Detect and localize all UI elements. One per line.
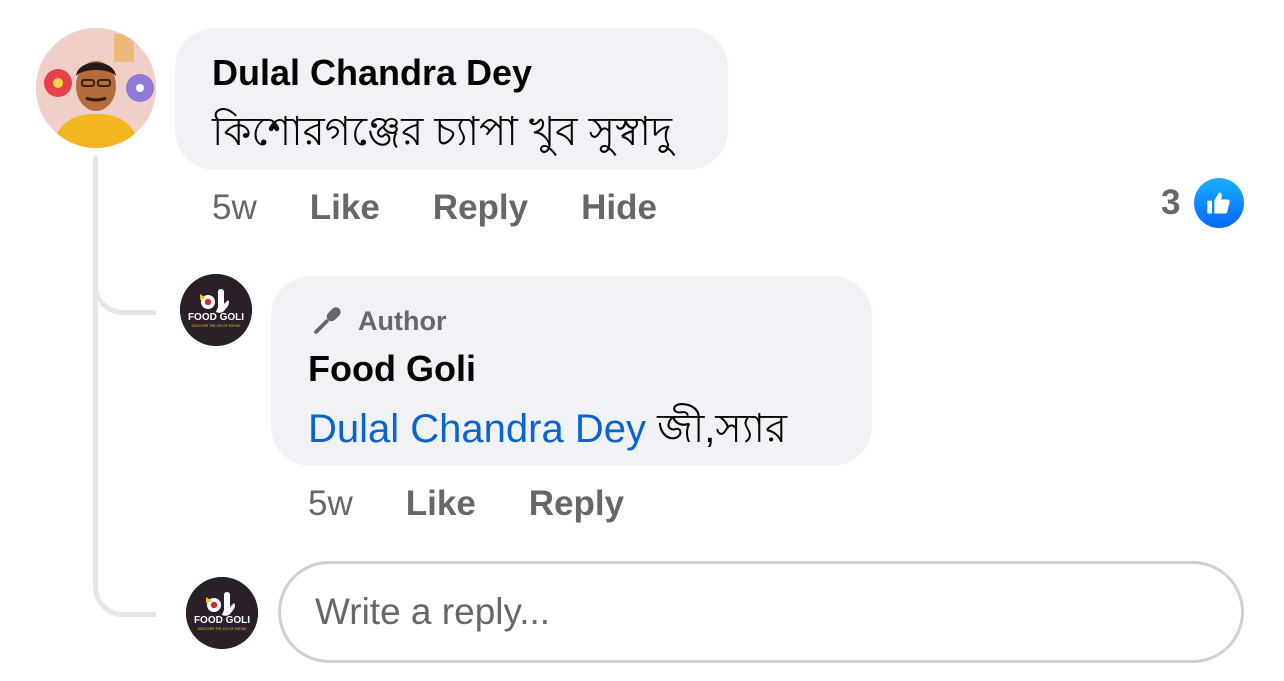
author-badge-label: Author [358,305,447,336]
logo-tagline: DISCOVER THE JOY OF EATING [198,627,247,631]
reply-text: Dulal Chandra Dey জী,স্যার [308,397,787,464]
mention-link[interactable]: Dulal Chandra Dey [308,407,646,451]
comment-text: কিশোরগঞ্জের চ্যাপা খুব সুস্বাদু [212,110,673,154]
reaction-summary[interactable]: 3 [1161,178,1245,228]
reply-composer[interactable] [278,561,1244,663]
avatar: FOOD GOLI DISCOVER THE JOY OF EATING [186,577,258,649]
like-button[interactable]: Like [310,188,380,228]
avatar[interactable] [36,28,156,148]
microphone-icon [314,307,341,334]
reply-bubble: Author Food Goli Dulal Chandra Dey জী,স্… [271,276,872,466]
comment-thread: Dulal Chandra Dey কিশোরগঞ্জের চ্যাপা খুব… [0,0,1284,681]
reply-author[interactable]: Food Goli [308,348,476,390]
logo-text: FOOD GOLI [194,615,250,626]
reply-actions: 5w Like Reply [308,484,677,524]
thread-connector [93,582,156,617]
logo-text: FOOD GOLI [188,312,244,323]
comment-author[interactable]: Dulal Chandra Dey [212,52,532,94]
avatar[interactable]: FOOD GOLI DISCOVER THE JOY OF EATING [180,274,252,346]
hide-button[interactable]: Hide [581,188,657,228]
comment-timestamp[interactable]: 5w [212,188,257,228]
comment-bubble: Dulal Chandra Dey কিশোরগঞ্জের চ্যাপা খুব… [175,28,728,170]
reply-button[interactable]: Reply [433,188,528,228]
reply-button[interactable]: Reply [529,484,624,524]
food-goli-logo: FOOD GOLI DISCOVER THE JOY OF EATING [180,274,252,346]
thread-connector [93,280,156,315]
profile-photo [36,28,156,148]
like-button[interactable]: Like [406,484,476,524]
comment-actions: 5w Like Reply Hide [212,188,710,228]
reaction-count: 3 [1161,183,1181,222]
thumbs-up-icon [1194,178,1245,228]
author-badge: Author [308,302,446,340]
reply-body: জী,স্যার [645,407,788,451]
thread-line [93,156,98,586]
reply-input[interactable] [281,590,1241,634]
logo-tagline: DISCOVER THE JOY OF EATING [192,324,241,328]
food-goli-logo: FOOD GOLI DISCOVER THE JOY OF EATING [186,577,258,649]
reply-timestamp[interactable]: 5w [308,484,353,524]
